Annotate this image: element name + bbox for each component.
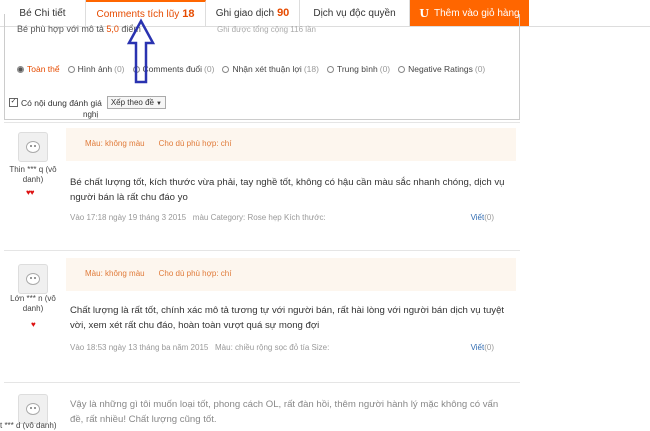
review-fit: Cho dù phù hợp: chí xyxy=(158,269,232,278)
radio-icon xyxy=(222,65,230,73)
review-footer: Vào 18:53 ngày 13 tháng ba năm 2015 Màu:… xyxy=(70,343,514,352)
review-footer: Vào 17:18 ngày 19 tháng 3 2015 màu Categ… xyxy=(70,213,514,222)
content-filter: ✓ Có nội dung đánh giá Xếp theo đề ▼ xyxy=(9,96,166,109)
summary-text: Bé phù hợp với mô tả xyxy=(17,24,104,34)
filter-count: (0) xyxy=(114,64,125,74)
reply-label: Viết xyxy=(470,343,485,352)
review-meta: Màu: không màu Cho dù phù hợp: chí xyxy=(66,258,516,291)
reply-link[interactable]: Viết(0) xyxy=(471,213,494,222)
radio-icon xyxy=(398,65,406,73)
annotation-arrow-icon xyxy=(126,18,156,84)
review-text: Bé chất lượng tốt, kích thước vừa phải, … xyxy=(70,177,505,203)
filter-average[interactable]: Trung bình (0) xyxy=(326,64,391,74)
review-divider xyxy=(4,382,520,383)
rating-summary: Bé phù hợp với mô tả 5,0 điểm Ghi được t… xyxy=(4,14,520,120)
review-date: Vào 18:53 ngày 13 tháng ba năm 2015 xyxy=(70,343,209,352)
filter-label: Negative Ratings xyxy=(408,64,473,74)
summary-rating: 5,0 xyxy=(106,24,119,34)
review-text: Vậy là những gì tôi muốn loại tốt, phong… xyxy=(70,399,499,425)
reply-link[interactable]: Viết(0) xyxy=(471,343,494,352)
chevron-down-icon: ▼ xyxy=(155,101,162,107)
reply-label: Viết xyxy=(470,213,485,222)
review-text: Chất lượng là rất tốt, chính xác mô tả t… xyxy=(70,305,505,331)
summary-count: Ghi được tổng cộng 116 lần xyxy=(217,25,316,34)
review-divider xyxy=(4,122,520,123)
filter-count: (0) xyxy=(474,64,486,74)
filter-count: (0) xyxy=(204,64,215,74)
filter-all[interactable]: Toàn thể xyxy=(17,64,60,74)
review-meta: Màu: không màu Cho dù phù hợp: chí xyxy=(66,128,516,161)
filter-negative[interactable]: Negative Ratings (0) xyxy=(398,64,485,74)
review-fit: Cho dù phù hợp: chí xyxy=(158,139,232,148)
filter-count: (0) xyxy=(379,64,391,74)
filter-label: Hình ảnh xyxy=(77,64,113,74)
reply-count: (0) xyxy=(484,343,494,352)
content-checkbox[interactable]: ✓ xyxy=(9,98,18,107)
review-extra: Màu: chiều rộng sọc đỏ tía Size: xyxy=(215,343,330,352)
sort-select-label: Xếp theo đề xyxy=(110,98,154,107)
avatar xyxy=(18,264,48,294)
reply-count: (0) xyxy=(484,213,494,222)
avatar xyxy=(18,394,48,424)
filter-count: (18) xyxy=(303,64,319,74)
review-username[interactable]: Thin *** q (vô danh) xyxy=(5,165,61,185)
summary-line: Bé phù hợp với mô tả 5,0 điểm xyxy=(17,24,141,34)
avatar xyxy=(18,132,48,162)
review-username[interactable]: Lớn *** n (vô danh) xyxy=(5,294,61,314)
review-date: Vào 17:18 ngày 19 tháng 3 2015 xyxy=(70,213,187,222)
filter-label: Nhận xét thuận lợi xyxy=(232,64,302,74)
review-color: Màu: không màu xyxy=(85,269,145,278)
filter-positive[interactable]: Nhận xét thuận lợi (18) xyxy=(222,64,319,74)
sort-select-suffix: nghị xyxy=(83,110,99,119)
filter-label: Trung bình xyxy=(336,64,378,74)
radio-icon xyxy=(17,65,24,73)
review-divider xyxy=(4,250,520,251)
review-color: Màu: không màu xyxy=(85,139,145,148)
filter-label: Toàn thể xyxy=(27,64,60,74)
filter-images[interactable]: Hình ảnh (0) xyxy=(67,64,125,74)
review-username[interactable]: t *** d (vô danh) xyxy=(0,421,70,431)
sort-select[interactable]: Xếp theo đề ▼ xyxy=(106,96,166,109)
radio-icon xyxy=(326,65,334,73)
radio-icon xyxy=(67,65,75,73)
review-filters: Toàn thể Hình ảnh (0) Comments đuổi (0) Nh… xyxy=(17,64,485,74)
reputation-hearts-icon: ♥ xyxy=(31,320,36,329)
reputation-hearts-icon: ♥♥ xyxy=(26,188,34,197)
content-filter-label: Có nội dung đánh giá xyxy=(21,97,102,108)
review-extra: màu Category: Rose hẹp Kích thước: xyxy=(192,213,326,222)
